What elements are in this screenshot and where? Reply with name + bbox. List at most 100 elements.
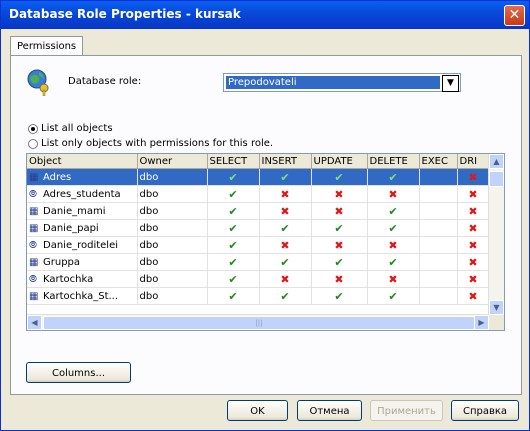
radio-list-permitted-objects[interactable]: List only objects with permissions for t… (28, 138, 288, 150)
permission-cell[interactable]: ✖ (457, 202, 490, 220)
columns-button[interactable]: Columns... (26, 362, 131, 383)
radio-button-selected[interactable] (28, 124, 38, 134)
object-name: Kartochka_St... (43, 290, 119, 302)
deny-icon: ✖ (334, 238, 344, 252)
deny-icon: ✖ (388, 272, 398, 286)
permission-cell[interactable]: ✖ (457, 287, 490, 305)
scroll-thumb[interactable] (489, 171, 504, 187)
close-icon[interactable]: ✕ (504, 5, 525, 26)
permission-cell[interactable]: ✔ (367, 202, 420, 220)
scroll-up-icon[interactable]: ▲ (489, 154, 504, 169)
permissions-grid[interactable]: Object Owner SELECT INSERT UPDATE DELETE EXEC D… (26, 153, 505, 331)
permission-cell[interactable]: ✔ (207, 185, 260, 203)
column-header[interactable]: Object (27, 154, 138, 169)
scroll-left-icon[interactable]: ◀ (27, 315, 42, 330)
permission-cell[interactable]: ✔ (207, 219, 260, 237)
column-header[interactable]: SELECT (207, 154, 260, 169)
permission-cell[interactable]: ✖ (457, 270, 490, 288)
permission-cell[interactable]: ✔ (311, 253, 368, 271)
permission-cell[interactable]: ✖ (457, 253, 490, 271)
column-header[interactable]: DELETE (367, 154, 420, 169)
scroll-thumb-horizontal[interactable]: ||| (43, 316, 475, 330)
permission-cell[interactable]: ✔ (367, 287, 420, 305)
tab-permissions[interactable]: Permissions (10, 36, 84, 56)
permission-cell[interactable]: ✔ (207, 202, 260, 220)
table-row[interactable]: ⦾ Kartochka dbo ✔ ✖ ✖ ✖ ✖ (27, 270, 490, 288)
column-header[interactable]: INSERT (259, 154, 312, 169)
permission-cell[interactable] (419, 270, 458, 288)
help-button[interactable]: Справка (451, 400, 519, 421)
permission-cell[interactable] (419, 253, 458, 271)
permission-cell[interactable]: ✖ (457, 168, 490, 186)
permission-cell[interactable]: ✔ (207, 253, 260, 271)
permission-cell[interactable]: ✔ (259, 253, 312, 271)
database-role-select[interactable]: Prepodovateli ▼ (223, 73, 461, 92)
permission-cell[interactable]: ✔ (311, 168, 368, 186)
permission-cell[interactable]: ✔ (311, 219, 368, 237)
ok-button[interactable]: OK (227, 400, 288, 421)
object-name: Danie_roditelei (43, 239, 119, 251)
permission-cell[interactable]: ✖ (259, 185, 312, 203)
permission-cell[interactable]: ✖ (457, 236, 490, 254)
chevron-down-icon[interactable]: ▼ (442, 75, 459, 92)
table-row[interactable]: ▦ Danie_mami dbo ✔ ✖ ✖ ✔ ✖ (27, 202, 490, 220)
permission-cell[interactable]: ✖ (311, 236, 368, 254)
permission-cell[interactable] (419, 168, 458, 186)
permission-cell[interactable]: ✖ (457, 219, 490, 237)
permission-cell[interactable]: ✖ (259, 202, 312, 220)
radio-button[interactable] (28, 139, 38, 149)
permission-cell[interactable]: ✖ (367, 236, 420, 254)
permission-cell[interactable]: ✔ (259, 287, 312, 305)
radio-list-all-objects[interactable]: List all objects (28, 123, 238, 135)
dialog-window: Database Role Properties - kursak ✕ Perm… (0, 0, 530, 431)
scroll-down-icon[interactable]: ▼ (489, 300, 504, 315)
permission-cell[interactable]: ✔ (259, 168, 312, 186)
column-header[interactable]: EXEC (419, 154, 458, 169)
database-role-label: Database role: (68, 76, 142, 87)
permission-cell[interactable]: ✔ (207, 168, 260, 186)
permission-cell[interactable]: ✔ (259, 219, 312, 237)
permission-cell[interactable]: ✖ (367, 270, 420, 288)
cancel-button[interactable]: Отмена (297, 400, 362, 421)
vertical-scrollbar[interactable]: ▲ ▼ (488, 154, 504, 315)
permission-cell[interactable]: ✖ (311, 202, 368, 220)
permission-cell[interactable] (419, 219, 458, 237)
permission-cell[interactable]: ✖ (259, 236, 312, 254)
permission-cell[interactable]: ✔ (207, 287, 260, 305)
table-row[interactable]: ⦾ Adres_studenta dbo ✔ ✖ ✖ ✖ ✖ (27, 185, 490, 203)
permission-cell[interactable]: ✔ (367, 168, 420, 186)
object-name: Adres (43, 171, 72, 183)
database-role-value: Prepodovateli (226, 76, 440, 89)
permission-cell[interactable]: ✔ (367, 253, 420, 271)
view-icon: ⦾ (29, 273, 37, 285)
permission-cell[interactable]: ✖ (259, 270, 312, 288)
object-cell: ▦ Adres (27, 168, 138, 186)
column-header[interactable]: DRI (457, 154, 490, 169)
scroll-right-icon[interactable]: ▶ (474, 315, 489, 330)
table-row[interactable]: ▦ Kartochka_St... dbo ✔ ✔ ✔ ✔ ✖ (27, 287, 490, 305)
permission-cell[interactable]: ✔ (207, 236, 260, 254)
permission-cell[interactable]: ✖ (311, 270, 368, 288)
check-icon: ✔ (228, 255, 238, 269)
permission-cell[interactable]: ✖ (367, 185, 420, 203)
deny-icon: ✖ (468, 204, 478, 218)
permission-cell[interactable] (419, 287, 458, 305)
object-cell: ⦾ Kartochka (27, 270, 138, 288)
column-header[interactable]: UPDATE (311, 154, 368, 169)
horizontal-scrollbar[interactable]: ◀ ||| ▶ (27, 314, 489, 330)
table-row[interactable]: ▦ Danie_papi dbo ✔ ✔ ✔ ✔ ✖ (27, 219, 490, 237)
permission-cell[interactable]: ✔ (367, 219, 420, 237)
title-bar[interactable]: Database Role Properties - kursak ✕ (1, 1, 529, 29)
permission-cell[interactable] (419, 236, 458, 254)
permission-cell[interactable]: ✔ (207, 270, 260, 288)
permission-cell[interactable]: ✖ (311, 185, 368, 203)
permission-cell[interactable]: ✖ (457, 185, 490, 203)
permission-cell[interactable] (419, 202, 458, 220)
permission-cell[interactable] (419, 185, 458, 203)
table-row[interactable]: ▦ Gruppa dbo ✔ ✔ ✔ ✔ ✖ (27, 253, 490, 271)
permission-cell[interactable]: ✔ (311, 287, 368, 305)
table-row[interactable]: ⦾ Danie_roditelei dbo ✔ ✖ ✖ ✖ ✖ (27, 236, 490, 254)
object-name: Danie_mami (43, 205, 106, 217)
column-header[interactable]: Owner (137, 154, 208, 169)
table-row[interactable]: ▦ Adres dbo ✔ ✔ ✔ ✔ ✖ (27, 168, 490, 186)
